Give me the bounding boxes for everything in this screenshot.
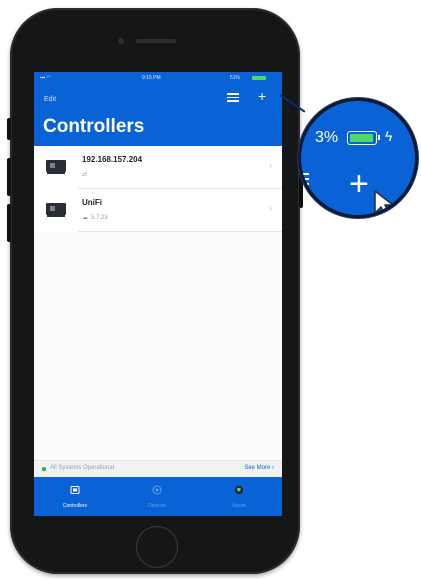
cursor-arrow-icon <box>374 190 394 215</box>
controller-icon-base <box>47 172 65 174</box>
system-status-bar: All Systems Operational See More › <box>34 460 282 477</box>
list-empty-area <box>34 232 282 460</box>
controller-version-line: ☁ 5.7.23 <box>82 214 108 221</box>
devices-tab-icon <box>152 485 162 495</box>
nav-bar: Edit + Controllers <box>34 84 282 146</box>
status-dot <box>42 467 46 471</box>
controller-row[interactable]: 192.168.157.204 ⇄ › <box>34 146 282 189</box>
edit-button[interactable]: Edit <box>44 96 56 103</box>
controller-tab-icon <box>70 486 80 494</box>
controller-row[interactable]: UniFi ☁ 5.7.23 › <box>34 189 282 232</box>
menu-icon[interactable] <box>227 92 239 102</box>
front-camera <box>118 38 124 44</box>
controller-name: 192.168.157.204 <box>82 155 143 164</box>
tab-controllers[interactable]: Controllers <box>34 477 116 516</box>
home-button[interactable] <box>136 526 178 568</box>
controller-icon-base <box>47 215 65 217</box>
signal-icon: ▪▪▪ ◠ <box>40 75 52 81</box>
assist-tab-icon <box>234 485 244 495</box>
controller-name: UniFi <box>82 198 102 207</box>
tab-bar: Controllers Devices Assist <box>34 477 282 516</box>
battery-nub <box>378 135 380 140</box>
battery-status: 51% <box>230 75 241 81</box>
earpiece-speaker <box>136 39 176 43</box>
add-controller-button[interactable]: + <box>258 89 266 103</box>
battery-fill <box>349 133 373 142</box>
see-more-link[interactable]: See More › <box>244 465 274 471</box>
menu-icon <box>303 173 311 187</box>
page-title: Controllers <box>43 116 145 137</box>
connection-icon: ⇄ <box>82 172 88 178</box>
battery-icon <box>252 76 266 80</box>
system-status-text: All Systems Operational <box>50 465 115 471</box>
status-time: 9:15 PM <box>142 75 161 81</box>
volume-down-button <box>7 204 11 242</box>
cloud-icon: ☁ <box>82 215 88 221</box>
chevron-right-icon: › <box>269 160 272 170</box>
app-screen: ▪▪▪ ◠ 9:15 PM 51% Edit + Controllers 192… <box>34 72 282 516</box>
tab-devices[interactable]: Devices <box>116 477 198 516</box>
zoom-magnifier: 3% ϟ + <box>298 98 418 218</box>
tab-assist[interactable]: Assist <box>198 477 280 516</box>
volume-up-button <box>7 158 11 196</box>
add-controller-plus-icon[interactable]: + <box>349 167 369 201</box>
tab-label: Devices <box>148 503 166 509</box>
controller-version: 5.7.23 <box>91 215 108 221</box>
magnified-battery-text: 3% <box>315 129 339 146</box>
charging-bolt-icon: ϟ <box>385 128 393 144</box>
tab-label: Assist <box>232 503 246 509</box>
status-bar: ▪▪▪ ◠ 9:15 PM 51% <box>34 72 282 84</box>
battery-icon <box>347 131 380 145</box>
controller-icon <box>46 160 66 172</box>
controller-icon <box>46 203 66 215</box>
tab-label: Controllers <box>62 503 88 509</box>
chevron-right-icon: › <box>269 203 272 213</box>
mute-switch <box>7 118 11 140</box>
